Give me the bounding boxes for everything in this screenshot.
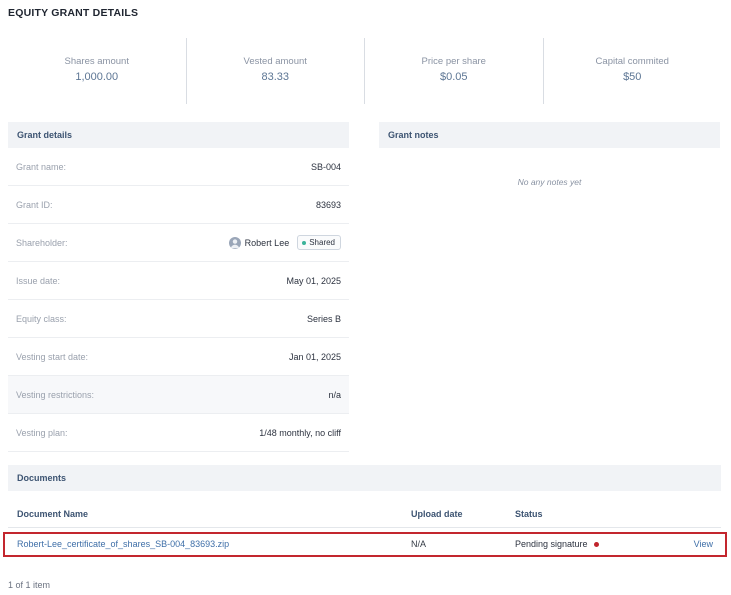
shared-badge: Shared <box>297 235 341 250</box>
stat-label: Price per share <box>421 56 486 67</box>
detail-label: Grant ID: <box>16 199 53 210</box>
document-upload-date: N/A <box>411 539 427 549</box>
documents-header: Documents <box>8 465 721 491</box>
column-status[interactable]: Status <box>515 509 543 519</box>
stat-value: $0.05 <box>439 71 468 83</box>
shared-badge-label: Shared <box>309 238 335 247</box>
detail-value: Jan 01, 2025 <box>288 351 341 362</box>
detail-row-vesting-plan: Vesting plan: 1/48 monthly, no cliff <box>8 414 349 452</box>
detail-row-issue-date: Issue date: May 01, 2025 <box>8 262 349 300</box>
document-status: Pending signature <box>515 539 599 549</box>
detail-label: Issue date: <box>16 275 61 286</box>
detail-row-equity-class: Equity class: Series B <box>8 300 349 338</box>
column-document-name[interactable]: Document Name <box>17 509 88 519</box>
column-upload-date[interactable]: Upload date <box>411 509 463 519</box>
detail-label: Shareholder: <box>16 237 68 248</box>
detail-label: Vesting restrictions: <box>16 389 95 400</box>
grant-details-list: Grant name: SB-004 Grant ID: 83693 Share… <box>8 148 349 452</box>
detail-row-grant-name: Grant name: SB-004 <box>8 148 349 186</box>
detail-label: Equity class: <box>16 313 67 324</box>
detail-row-shareholder: Shareholder: Robert Lee Shared <box>8 224 349 262</box>
status-dot-icon <box>302 240 307 245</box>
detail-value: 1/48 monthly, no cliff <box>259 427 341 438</box>
grant-details-header: Grant details <box>8 122 349 148</box>
grant-notes-header: Grant notes <box>379 122 720 148</box>
detail-value: SB-004 <box>310 161 341 172</box>
table-row: Robert-Lee_certificate_of_shares_SB-004_… <box>3 532 727 557</box>
shareholder-value: Robert Lee Shared <box>228 235 341 250</box>
pagination-summary: 1 of 1 item <box>8 580 51 590</box>
avatar-icon <box>228 236 241 249</box>
document-name-link[interactable]: Robert-Lee_certificate_of_shares_SB-004_… <box>17 539 229 549</box>
stat-label: Vested amount <box>243 56 307 67</box>
detail-row-vesting-start-date: Vesting start date: Jan 01, 2025 <box>8 338 349 376</box>
shareholder-name[interactable]: Robert Lee <box>245 238 290 248</box>
stat-capital-commited: Capital commited $50 <box>544 38 722 104</box>
detail-value: May 01, 2025 <box>286 275 341 286</box>
stat-value: 1,000.00 <box>75 71 119 83</box>
stat-label: Capital commited <box>595 56 669 67</box>
documents-table-header: Document Name Upload date Status <box>8 504 721 528</box>
detail-value: n/a <box>328 389 341 400</box>
view-document-link[interactable]: View <box>694 539 713 549</box>
status-dot-icon <box>593 541 599 547</box>
detail-label: Vesting plan: <box>16 427 68 438</box>
detail-row-vesting-restrictions: Vesting restrictions: n/a <box>8 376 349 414</box>
stat-shares-amount: Shares amount 1,000.00 <box>8 38 187 104</box>
grant-notes-empty: No any notes yet <box>517 177 582 187</box>
stat-label: Shares amount <box>64 56 129 67</box>
detail-value: Series B <box>306 313 341 324</box>
stat-price-per-share: Price per share $0.05 <box>365 38 544 104</box>
page-title: EQUITY GRANT DETAILS <box>8 7 139 19</box>
detail-row-grant-id: Grant ID: 83693 <box>8 186 349 224</box>
detail-label: Vesting start date: <box>16 351 89 362</box>
stat-vested-amount: Vested amount 83.33 <box>187 38 365 104</box>
summary-stats: Shares amount 1,000.00 Vested amount 83.… <box>8 38 721 104</box>
document-status-text: Pending signature <box>515 539 588 549</box>
detail-label: Grant name: <box>16 161 67 172</box>
stat-value: 83.33 <box>261 71 290 83</box>
detail-value: 83693 <box>315 199 341 210</box>
stat-value: $50 <box>623 71 642 83</box>
